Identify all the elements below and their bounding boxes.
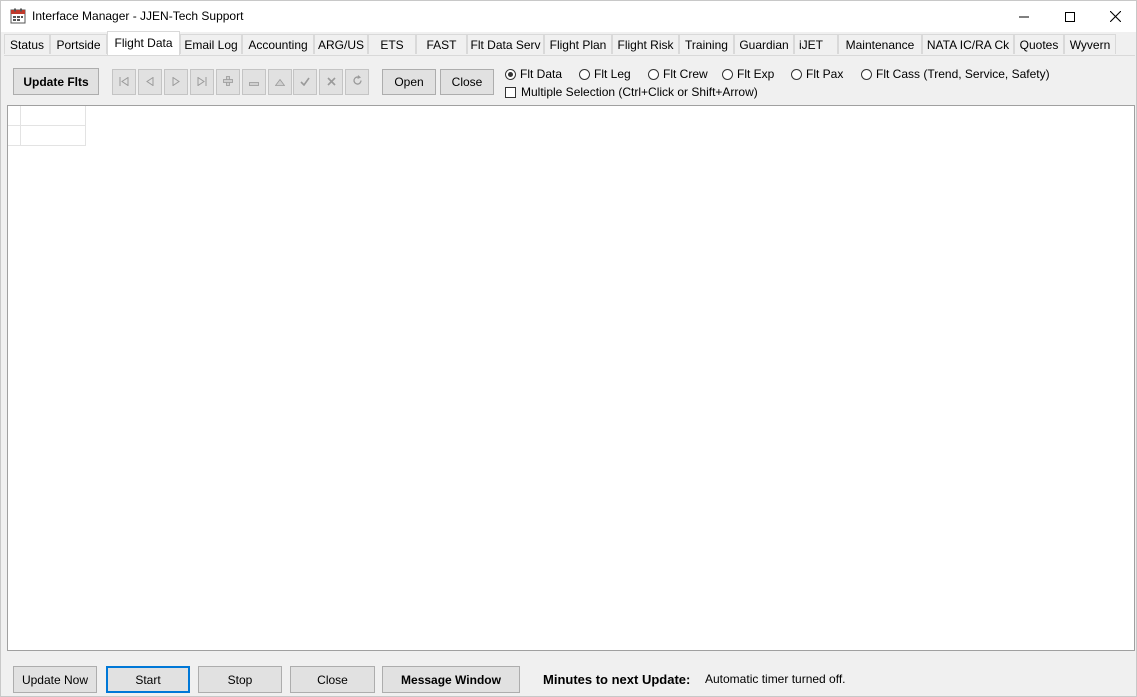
minutes-to-next-update-label: Minutes to next Update: (543, 672, 691, 687)
tab-maintenance[interactable]: Maintenance (838, 34, 922, 54)
tab-flight-plan[interactable]: Flight Plan (544, 34, 612, 54)
tab-ijet[interactable]: iJET (794, 34, 838, 54)
flight-data-grid[interactable] (7, 105, 1135, 651)
post-record-button[interactable] (293, 69, 317, 95)
checkbox-unchecked-icon (505, 86, 516, 98)
post-record-icon (300, 75, 310, 89)
window-title: Interface Manager - JJEN-Tech Support (32, 9, 244, 23)
radio-label: Flt Cass (Trend, Service, Safety) (876, 67, 1050, 81)
minimize-button[interactable] (1001, 1, 1047, 32)
radio-unchecked-icon (579, 68, 590, 80)
tab-flight-data[interactable]: Flight Data (107, 31, 180, 55)
radio-checked-icon (505, 68, 516, 80)
grid-row-indicator[interactable] (8, 126, 21, 146)
close-icon (1109, 11, 1121, 22)
tab-flt-data-serv[interactable]: Flt Data Serv (467, 34, 544, 54)
radio-label: Flt Crew (663, 67, 708, 81)
radio-flt-cass[interactable]: Flt Cass (Trend, Service, Safety) (861, 67, 1050, 81)
maximize-button[interactable] (1047, 1, 1093, 32)
radio-label: Flt Data (520, 67, 563, 81)
radio-unchecked-icon (861, 68, 872, 80)
title-bar: Interface Manager - JJEN-Tech Support (1, 1, 1136, 32)
tab-nata-ic-ra-ck[interactable]: NATA IC/RA Ck (922, 34, 1014, 54)
start-button[interactable]: Start (106, 666, 190, 693)
insert-record-icon (223, 75, 233, 89)
minimize-icon (1019, 12, 1029, 22)
radio-flt-data[interactable]: Flt Data (505, 67, 562, 81)
edit-record-button[interactable] (268, 69, 292, 95)
prior-record-icon (146, 75, 154, 89)
multiple-selection-checkbox[interactable]: Multiple Selection (Ctrl+Click or Shift+… (505, 85, 758, 99)
cancel-record-icon (326, 75, 336, 89)
radio-unchecked-icon (648, 68, 659, 80)
grid-cell[interactable] (21, 126, 86, 146)
stop-button[interactable]: Stop (198, 666, 282, 693)
tab-status[interactable]: Status (4, 34, 50, 54)
refresh-record-button[interactable] (345, 69, 369, 95)
radio-flt-leg[interactable]: Flt Leg (579, 67, 631, 81)
radio-flt-exp[interactable]: Flt Exp (722, 67, 774, 81)
last-record-icon (197, 75, 207, 89)
grid-header-cell[interactable] (21, 106, 86, 126)
radio-label: Flt Exp (737, 67, 775, 81)
tab-quotes[interactable]: Quotes (1014, 34, 1064, 54)
open-button[interactable]: Open (382, 69, 436, 95)
update-flts-button[interactable]: Update Flts (13, 68, 99, 95)
calendar-app-icon (10, 8, 26, 24)
tab-portside[interactable]: Portside (50, 34, 107, 54)
next-record-icon (172, 75, 180, 89)
radio-unchecked-icon (722, 68, 733, 80)
tab-training[interactable]: Training (679, 34, 734, 54)
tab-wyvern[interactable]: Wyvern (1064, 34, 1116, 54)
interface-manager-window: Interface Manager - JJEN-Tech Support St… (0, 0, 1137, 697)
first-record-button[interactable] (112, 69, 136, 95)
close-window-button[interactable] (1092, 1, 1137, 32)
edit-record-icon (274, 75, 286, 89)
close-button[interactable]: Close (440, 69, 494, 95)
tab-ets[interactable]: ETS (368, 34, 416, 54)
update-now-button[interactable]: Update Now (13, 666, 97, 693)
radio-flt-pax[interactable]: Flt Pax (791, 67, 843, 81)
maximize-icon (1065, 11, 1075, 22)
delete-record-button[interactable] (242, 69, 266, 95)
tab-flight-risk[interactable]: Flight Risk (612, 34, 679, 54)
tab-arg-us[interactable]: ARG/US (314, 34, 368, 54)
footer-close-button[interactable]: Close (290, 666, 375, 693)
message-window-button[interactable]: Message Window (382, 666, 520, 693)
radio-label: Flt Pax (806, 67, 844, 81)
last-record-button[interactable] (190, 69, 214, 95)
cancel-record-button[interactable] (319, 69, 343, 95)
tab-fast[interactable]: FAST (416, 34, 467, 54)
next-record-button[interactable] (164, 69, 188, 95)
insert-record-button[interactable] (216, 69, 240, 95)
tab-email-log[interactable]: Email Log (180, 34, 242, 54)
timer-status-text: Automatic timer turned off. (705, 672, 846, 686)
tab-guardian[interactable]: Guardian (734, 34, 794, 54)
refresh-record-icon (352, 75, 363, 89)
checkbox-label: Multiple Selection (Ctrl+Click or Shift+… (521, 85, 758, 99)
grid-corner-cell (8, 106, 21, 126)
radio-label: Flt Leg (594, 67, 631, 81)
radio-unchecked-icon (791, 68, 802, 80)
tab-accounting[interactable]: Accounting (242, 34, 314, 54)
prior-record-button[interactable] (138, 69, 162, 95)
radio-flt-crew[interactable]: Flt Crew (648, 67, 708, 81)
first-record-icon (119, 75, 129, 89)
delete-record-icon (249, 75, 259, 89)
